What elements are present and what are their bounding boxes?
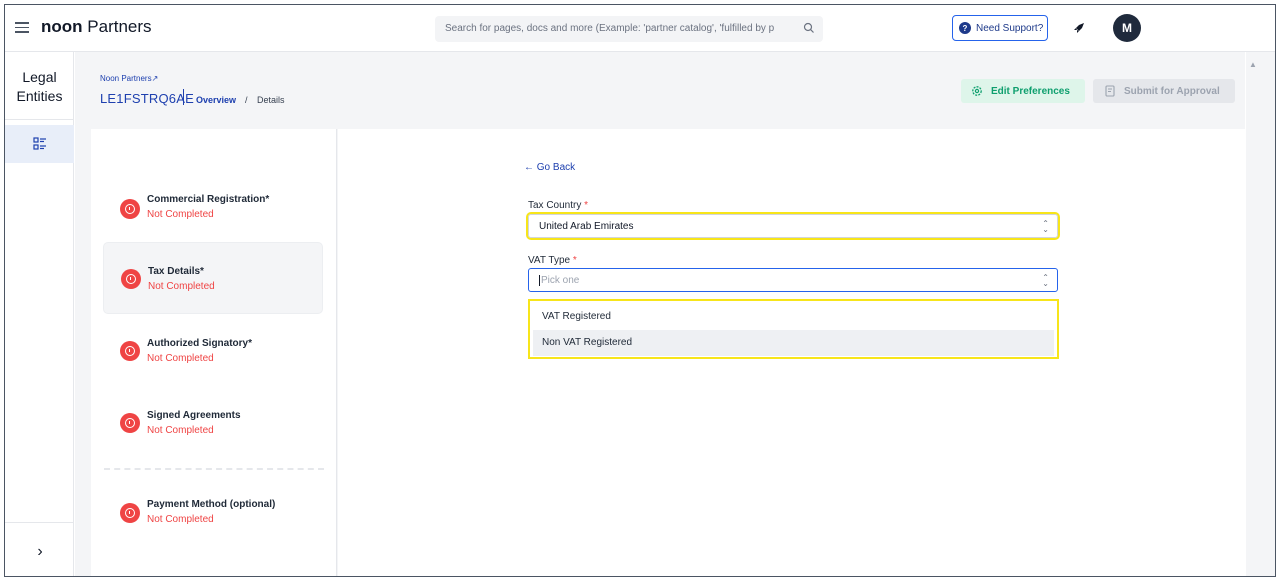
need-support-button[interactable]: ? Need Support?: [952, 15, 1048, 41]
submit-for-approval-button[interactable]: Submit for Approval: [1093, 79, 1235, 103]
rail-item-details[interactable]: [5, 125, 74, 163]
vat-type-label: VAT Type *: [528, 255, 577, 266]
left-rail: Legal Entities ›: [5, 52, 74, 576]
step-authorized-signatory[interactable]: Authorized Signatory* Not Completed: [103, 315, 323, 387]
hamburger-menu-icon[interactable]: [15, 19, 29, 35]
step-status: Not Completed: [147, 514, 214, 525]
edit-preferences-button[interactable]: Edit Preferences: [961, 79, 1085, 103]
go-back-link[interactable]: ← Go Back: [524, 162, 575, 173]
search-input[interactable]: Search for pages, docs and more (Example…: [435, 16, 823, 42]
rocket-button[interactable]: [1065, 15, 1093, 41]
edit-preferences-label: Edit Preferences: [991, 85, 1070, 97]
entity-separator: [183, 89, 184, 105]
user-avatar[interactable]: M: [1113, 14, 1141, 42]
text-caret: [539, 275, 540, 286]
need-support-label: Need Support?: [976, 22, 1044, 34]
search-placeholder: Search for pages, docs and more (Example…: [445, 23, 775, 34]
entity-id: LE1FSTRQ6AE: [100, 91, 194, 106]
breadcrumb-separator: /: [245, 95, 248, 105]
vat-type-dropdown: VAT Registered Non VAT Registered: [528, 299, 1059, 359]
tax-details-form: ← Go Back Tax Country * United Arab Emir…: [338, 129, 1246, 576]
tax-country-select[interactable]: United Arab Emirates ⌃ ⌄: [526, 212, 1060, 240]
gear-icon: [972, 86, 982, 96]
parent-link[interactable]: Noon Partners↗: [100, 74, 158, 83]
brand-logo[interactable]: noon Partners: [41, 17, 152, 37]
top-bar: noon Partners Search for pages, docs and…: [5, 5, 1275, 52]
external-link-icon: ↗: [151, 74, 159, 83]
step-title: Payment Method (optional): [147, 499, 276, 510]
step-status: Not Completed: [147, 209, 214, 220]
step-commercial-registration[interactable]: Commercial Registration* Not Completed: [103, 165, 323, 237]
document-check-icon: [1105, 85, 1115, 97]
search-icon: [803, 22, 814, 33]
app-window: noon Partners Search for pages, docs and…: [4, 4, 1276, 577]
warning-icon: [120, 413, 140, 433]
warning-icon: [120, 503, 140, 523]
rail-divider: [5, 119, 74, 120]
option-non-vat-registered[interactable]: Non VAT Registered: [533, 330, 1054, 356]
help-icon: ?: [959, 22, 971, 34]
vat-type-select[interactable]: Pick one ⌃ ⌄: [528, 268, 1058, 292]
step-title: Commercial Registration*: [147, 194, 270, 205]
scroll-up-icon[interactable]: ▲: [1249, 60, 1257, 69]
submit-for-approval-label: Submit for Approval: [1124, 85, 1220, 97]
warning-icon: [121, 269, 141, 289]
expand-chevron-icon[interactable]: ›: [30, 542, 50, 562]
scrollbar[interactable]: [1246, 52, 1275, 576]
rail-bottom-divider: [5, 522, 74, 523]
step-tax-details[interactable]: Tax Details* Not Completed: [103, 242, 323, 314]
warning-icon: [120, 199, 140, 219]
breadcrumb-overview[interactable]: Overview: [196, 95, 236, 105]
select-chevron-icon: ⌃ ⌄: [1042, 219, 1049, 234]
option-vat-registered[interactable]: VAT Registered: [533, 304, 1054, 330]
step-status: Not Completed: [147, 353, 214, 364]
step-status: Not Completed: [148, 281, 215, 292]
step-title: Signed Agreements: [147, 410, 241, 421]
step-title: Tax Details*: [148, 266, 204, 277]
rocket-icon: [1074, 23, 1084, 33]
steps-panel: Commercial Registration* Not Completed T…: [91, 129, 337, 576]
list-details-icon: [32, 137, 46, 150]
tax-country-label: Tax Country *: [528, 200, 589, 211]
section-divider: [104, 468, 324, 470]
breadcrumb-current: Details: [257, 95, 285, 105]
step-payment-method[interactable]: Payment Method (optional) Not Completed: [103, 475, 323, 547]
step-status: Not Completed: [147, 425, 214, 436]
warning-icon: [120, 341, 140, 361]
vat-type-placeholder: Pick one: [541, 275, 580, 287]
step-title: Authorized Signatory*: [147, 338, 253, 349]
step-signed-agreements[interactable]: Signed Agreements Not Completed: [103, 387, 323, 459]
rail-title: Legal Entities: [16, 69, 63, 104]
select-chevron-icon: ⌃ ⌄: [1042, 273, 1049, 288]
tax-country-value: United Arab Emirates: [539, 221, 634, 232]
